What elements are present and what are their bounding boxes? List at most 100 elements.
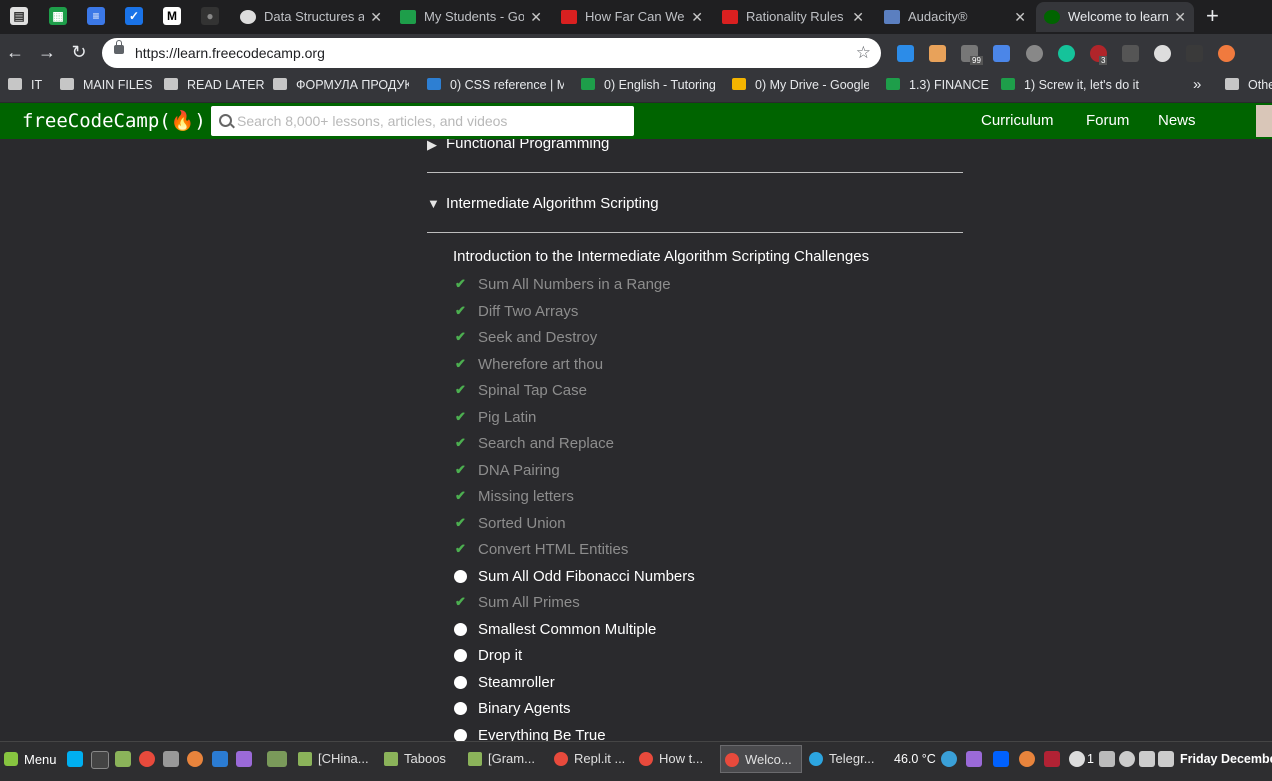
quill-icon[interactable] [236,751,252,767]
challenge-item[interactable]: Binary Agents [453,699,933,723]
extension-icon[interactable] [1218,45,1235,62]
challenge-item[interactable]: ✔ Wherefore art thou [453,355,933,379]
bookmark-link[interactable]: 0) CSS reference | M [427,72,564,98]
bookmarks-overflow-button[interactable]: » [1193,72,1201,98]
taskbar-window[interactable]: Repl.it ... [550,745,630,773]
dropbox-icon[interactable] [993,751,1009,767]
tray-icon[interactable] [966,751,982,767]
extension-icon[interactable] [897,45,914,62]
extension-icon[interactable] [929,45,946,62]
tab-my-students[interactable]: My Students - Go ✕ [392,2,550,32]
firefox-icon[interactable] [187,751,203,767]
close-tab-icon[interactable]: ✕ [852,2,864,32]
forward-arrow-icon[interactable]: → [37,42,57,62]
search-input[interactable]: Search 8,000+ lessons, articles, and vid… [237,106,507,136]
taskbar-window[interactable]: [Gram... [464,745,544,773]
close-tab-icon[interactable]: ✕ [1174,2,1186,32]
close-tab-icon[interactable]: ✕ [691,2,703,32]
skype-icon[interactable] [67,751,83,767]
trello-pinned-tab-icon[interactable]: ▤ [10,7,28,25]
close-tab-icon[interactable]: ✕ [530,2,542,32]
taskbar-window[interactable]: Taboos [380,745,460,773]
close-tab-icon[interactable]: ✕ [370,2,382,32]
calculator-icon[interactable] [163,751,179,767]
sheets-pinned-tab-icon[interactable]: ▦ [49,7,67,25]
user-icon[interactable] [1119,751,1135,767]
clock-date[interactable]: Friday Decembe [1180,745,1272,773]
terminal-icon[interactable] [91,751,109,769]
taskbar-window[interactable]: How t... [635,745,715,773]
address-bar[interactable]: https://learn.freecodecamp.org ☆ [102,38,881,68]
taskbar-window[interactable]: [CHina... [294,745,374,773]
nav-forum[interactable]: Forum [1086,103,1129,139]
challenge-item[interactable]: ✔ Sorted Union [453,514,933,538]
us-flag-icon[interactable] [1044,751,1060,767]
challenge-item[interactable]: ✔ Pig Latin [453,408,933,432]
other-bookmarks-folder[interactable]: Othe [1225,72,1272,98]
challenge-item[interactable]: Everything Be True [453,726,933,741]
show-desktop-icon[interactable] [267,751,287,767]
bookmark-link[interactable]: 1) Screw it, let's do it [1001,72,1139,98]
docs-pinned-tab-icon[interactable]: ≡ [87,7,105,25]
close-tab-icon[interactable]: ✕ [1014,2,1026,32]
bookmark-link[interactable]: 1.3) FINANCE [886,72,989,98]
challenge-item[interactable]: ✔ Seek and Destroy [453,328,933,352]
github-pinned-tab-icon[interactable]: ● [201,7,219,25]
nav-curriculum[interactable]: Curriculum [981,103,1054,139]
bookmark-link[interactable]: 0) English - Tutoring [581,72,716,98]
intro-challenge-link[interactable]: Introduction to the Intermediate Algorit… [453,248,869,265]
challenge-item[interactable]: ✔ Search and Replace [453,434,933,458]
nav-news[interactable]: News [1158,103,1196,139]
tray-icon[interactable] [1099,751,1115,767]
challenge-item[interactable]: ✔ Missing letters [453,487,933,511]
tab-welcome-active[interactable]: Welcome to learn ✕ [1036,2,1194,32]
bookmark-folder[interactable]: IT [8,72,42,98]
start-menu-button[interactable]: Menu [4,748,57,772]
files-icon[interactable] [115,751,131,767]
taskbar-window-active[interactable]: Welco... [720,745,802,773]
chrome-icon[interactable] [139,751,155,767]
challenge-item[interactable]: ✔ Spinal Tap Case [453,381,933,405]
challenge-item[interactable]: ✔ Convert HTML Entities [453,540,933,564]
tab-data-structures[interactable]: Data Structures a ✕ [232,2,390,32]
challenge-item[interactable]: ✔ Sum All Primes [453,593,933,617]
tab-how-far[interactable]: How Far Can We ✕ [553,2,711,32]
extension-icon[interactable] [1154,45,1171,62]
thumbs-up-icon[interactable] [1122,45,1139,62]
challenge-item[interactable]: ✔ DNA Pairing [453,461,933,485]
grammarly-icon[interactable] [1058,45,1075,62]
translate-icon[interactable] [993,45,1010,62]
notification-icon[interactable] [1069,751,1085,767]
fcc-logo[interactable]: freeCodeCamp(🔥) [22,103,206,139]
tray-icon[interactable] [1019,751,1035,767]
challenge-item[interactable]: ✔ Sum All Numbers in a Range [453,275,933,299]
todo-pinned-tab-icon[interactable]: ✓ [125,7,143,25]
bookmark-star-icon[interactable]: ☆ [856,38,871,68]
bookmark-folder[interactable]: MAIN FILES [60,72,152,98]
medium-pinned-tab-icon[interactable]: M [163,7,181,25]
challenge-item[interactable]: ✔ Diff Two Arrays [453,302,933,326]
back-arrow-icon[interactable]: ← [5,42,25,62]
reload-icon[interactable]: ↻ [69,42,89,62]
extension-icon[interactable] [1186,45,1203,62]
vscode-icon[interactable] [212,751,228,767]
challenge-item[interactable]: Sum All Odd Fibonacci Numbers [453,567,933,591]
bookmark-folder[interactable]: READ LATER [164,72,265,98]
avatar[interactable] [1256,105,1272,137]
network-icon[interactable] [1139,751,1155,767]
challenge-item[interactable]: Smallest Common Multiple [453,620,933,644]
bookmark-folder[interactable]: ФОРМУЛА ПРОДУК [273,72,409,98]
bookmark-link[interactable]: 0) My Drive - Google [732,72,869,98]
taskbar-window[interactable]: Telegr... [805,745,885,773]
tab-rationality-rules[interactable]: Rationality Rules ✕ [714,2,872,32]
extension-icon[interactable] [1026,45,1043,62]
challenge-item[interactable]: Drop it [453,646,933,670]
section-intermediate-algorithm-scripting[interactable]: ▼ Intermediate Algorithm Scripting [427,195,963,215]
search-box[interactable]: Search 8,000+ lessons, articles, and vid… [211,106,634,136]
new-tab-button[interactable]: + [1206,4,1219,28]
tab-audacity[interactable]: Audacity® ✕ [876,2,1034,32]
challenge-item[interactable]: Steamroller [453,673,933,697]
section-functional-programming[interactable]: ▶ Functional Programming [427,139,963,155]
tray-icon[interactable] [941,751,957,767]
volume-icon[interactable] [1158,751,1174,767]
